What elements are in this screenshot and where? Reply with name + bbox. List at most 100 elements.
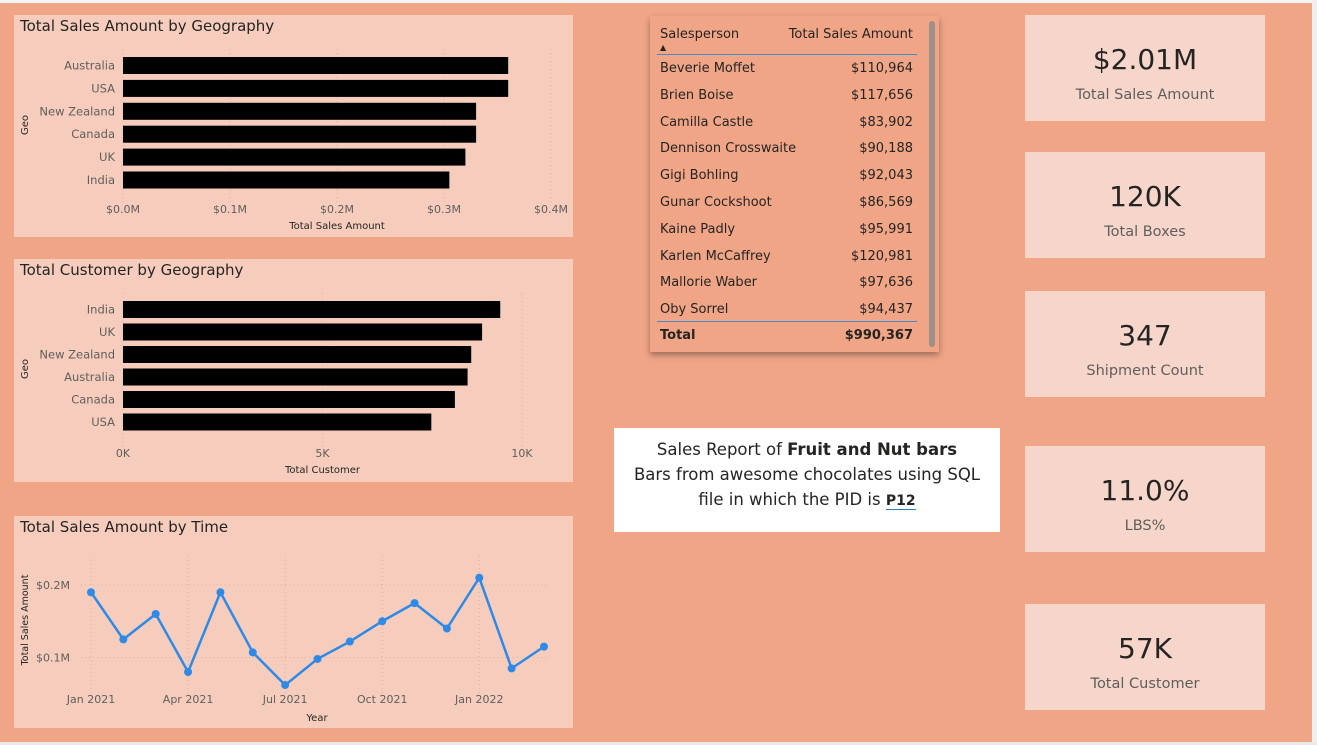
data-point[interactable]: [442, 624, 451, 633]
right-border: [1312, 0, 1317, 745]
category-label: UK: [99, 325, 115, 339]
x-tick-label: $0.2M: [320, 203, 354, 216]
table-row[interactable]: Beverie Moffet $110,964: [650, 56, 925, 83]
table-row[interactable]: Brien Boise $117,656: [650, 83, 925, 110]
category-label: India: [87, 173, 115, 187]
table-total-row: Total $990,367: [650, 323, 925, 350]
table-row[interactable]: Gunar Cockshoot $86,569: [650, 190, 925, 217]
kpi-value: 347: [1118, 319, 1172, 352]
data-point[interactable]: [184, 668, 193, 676]
table-row[interactable]: Kaine Padly $95,991: [650, 217, 925, 244]
x-tick-label: 0K: [116, 447, 131, 460]
total-label: Total: [660, 328, 696, 343]
x-tick-label: Jul 2021: [262, 693, 308, 706]
data-point[interactable]: [345, 637, 354, 646]
table-row[interactable]: Camilla Castle $83,902: [650, 110, 925, 137]
data-point[interactable]: [507, 664, 516, 673]
bar[interactable]: [123, 171, 450, 189]
series-line[interactable]: [89, 574, 545, 687]
kpi-card-lbs-percent[interactable]: 11.0% LBS%: [1025, 446, 1265, 552]
customers-by-geo-chart[interactable]: 0K 5K 10K India UK New Zealand Australia Canada…: [14, 259, 573, 482]
data-point[interactable]: [313, 654, 322, 663]
x-axis-title: Total Sales Amount: [288, 221, 385, 232]
salesperson-name: Beverie Moffet: [660, 61, 755, 76]
data-point[interactable]: [410, 599, 419, 608]
kpi-card-total-customer[interactable]: 57K Total Customer: [1025, 604, 1265, 710]
bar[interactable]: [123, 79, 509, 97]
total-value: $990,367: [844, 328, 913, 343]
bar[interactable]: [123, 125, 477, 143]
salesperson-name: Brien Boise: [660, 87, 734, 103]
sales-amount: $95,991: [859, 221, 913, 237]
data-point[interactable]: [119, 635, 128, 644]
kpi-card-shipment-count[interactable]: 347 Shipment Count: [1025, 291, 1265, 397]
data-point[interactable]: [87, 588, 95, 597]
category-label: UK: [99, 150, 115, 164]
bar[interactable]: [123, 323, 483, 341]
sales-by-time-chart[interactable]: $0.1M $0.2M Jan 2021 Apr 2021 Jul 2021 Oct 20…: [14, 516, 573, 728]
salesperson-name: Oby Sorrel: [660, 302, 729, 318]
category-label: New Zealand: [39, 348, 115, 362]
total-divider: [657, 321, 917, 322]
kpi-card-total-sales[interactable]: $2.01M Total Sales Amount: [1025, 15, 1265, 121]
kpi-value: $2.01M: [1092, 43, 1198, 76]
salesperson-name: Kaine Padly: [660, 221, 736, 237]
sales-by-time-panel[interactable]: Total Sales Amount by Time $0.1M $0.2M Jan…: [14, 516, 573, 728]
table-row[interactable]: Mallorie Waber $97,636: [650, 270, 925, 297]
sales-by-geo-panel[interactable]: Total Sales Amount by Geography $0.0M $0.…: [14, 15, 573, 237]
data-point[interactable]: [540, 642, 548, 651]
category-label: Canada: [71, 393, 115, 407]
data-point[interactable]: [281, 681, 290, 690]
bar[interactable]: [123, 413, 432, 431]
x-tick-label: Jan 2021: [66, 693, 115, 706]
kpi-label: Shipment Count: [1086, 363, 1204, 379]
kpi-label: Total Boxes: [1104, 224, 1186, 240]
table-scrollbar[interactable]: [929, 21, 935, 347]
data-point[interactable]: [475, 573, 484, 582]
kpi-value: 11.0%: [1100, 474, 1190, 507]
sales-by-geo-chart[interactable]: $0.0M $0.1M $0.2M $0.3M $0.4M Australia USA New…: [14, 15, 573, 237]
column-header-total-sales[interactable]: Total Sales Amount: [789, 27, 913, 42]
sales-amount: $92,043: [859, 168, 913, 184]
bar[interactable]: [123, 102, 477, 120]
salesperson-table[interactable]: Salesperson ▲ Total Sales Amount Beverie…: [650, 16, 939, 352]
salesperson-name: Mallorie Waber: [660, 275, 758, 291]
bar[interactable]: [123, 301, 501, 318]
x-axis-title: Total Customer: [284, 465, 361, 476]
customers-by-geo-panel[interactable]: Total Customer by Geography 0K 5K 10K India…: [14, 259, 573, 482]
pid-value: P12: [885, 493, 916, 510]
category-label: Australia: [64, 370, 115, 384]
bar[interactable]: [123, 368, 468, 386]
x-tick-label: Apr 2021: [163, 693, 214, 706]
kpi-card-total-boxes[interactable]: 120K Total Boxes: [1025, 152, 1265, 258]
category-label: USA: [91, 415, 115, 429]
sort-ascending-icon[interactable]: ▲: [660, 43, 666, 52]
salesperson-name: Karlen McCaffrey: [660, 248, 771, 264]
bar[interactable]: [123, 346, 472, 363]
data-point[interactable]: [151, 610, 160, 618]
x-tick-label: $0.1M: [213, 203, 247, 216]
data-point[interactable]: [216, 588, 225, 597]
bar[interactable]: [123, 57, 509, 74]
salesperson-name: Gunar Cockshoot: [660, 195, 772, 210]
bar[interactable]: [123, 391, 455, 408]
table-row[interactable]: Dennison Crosswaite $90,188: [650, 136, 925, 163]
category-label: Canada: [71, 127, 115, 141]
x-tick-label: $0.3M: [427, 203, 461, 216]
kpi-value: 120K: [1109, 180, 1181, 213]
y-axis-title: Geo: [20, 359, 31, 379]
data-point[interactable]: [248, 648, 257, 657]
bar[interactable]: [123, 148, 466, 166]
top-border: [0, 0, 1317, 3]
table-row[interactable]: Karlen McCaffrey $120,981: [650, 244, 925, 271]
kpi-label: Total Sales Amount: [1075, 87, 1215, 103]
x-tick-label: Oct 2021: [357, 693, 408, 706]
sales-amount: $120,981: [850, 248, 913, 264]
data-point[interactable]: [378, 617, 387, 626]
description-line-2: Bars from awesome chocolates using SQL: [633, 465, 981, 484]
table-row[interactable]: Gigi Bohling $92,043: [650, 163, 925, 190]
kpi-value: 57K: [1118, 632, 1172, 665]
category-label: Australia: [64, 59, 115, 73]
column-header-salesperson[interactable]: Salesperson: [660, 27, 739, 42]
sales-amount: $90,188: [859, 141, 913, 157]
